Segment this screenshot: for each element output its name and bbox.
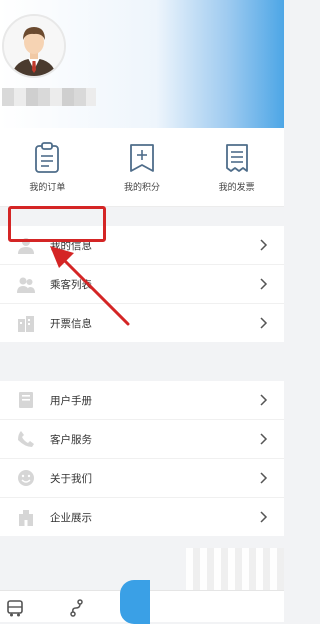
highlight-box bbox=[8, 206, 106, 242]
user-avatar-icon bbox=[4, 16, 64, 76]
center-tab-button[interactable] bbox=[120, 580, 150, 624]
quick-action-points[interactable]: 我的积分 bbox=[95, 128, 190, 206]
profile-header bbox=[0, 0, 284, 128]
chevron-right-icon bbox=[260, 278, 268, 290]
menu-item-label: 开票信息 bbox=[50, 317, 92, 330]
avatar[interactable] bbox=[2, 14, 66, 78]
quick-actions-bar: 我的订单 我的积分 我的发票 bbox=[0, 128, 284, 207]
invoice-receipt-icon bbox=[225, 144, 248, 172]
support-menu-group: 用户手册 客户服务 关于我们 企业展示 bbox=[0, 381, 284, 536]
quick-action-orders[interactable]: 我的订单 bbox=[0, 128, 95, 206]
menu-item-label: 企业展示 bbox=[50, 511, 92, 524]
building-icon bbox=[16, 313, 36, 333]
menu-item-invoice-info[interactable]: 开票信息 bbox=[0, 304, 284, 342]
quick-action-label: 我的订单 bbox=[29, 183, 66, 193]
quick-action-label: 我的积分 bbox=[124, 183, 161, 193]
book-icon bbox=[16, 390, 36, 410]
order-clipboard-icon bbox=[35, 142, 60, 173]
menu-item-label: 乘客列表 bbox=[50, 278, 92, 291]
phone-icon bbox=[16, 429, 36, 449]
menu-item-label: 客户服务 bbox=[50, 433, 92, 446]
chevron-right-icon bbox=[260, 433, 268, 445]
company-icon bbox=[16, 507, 36, 527]
points-bookmark-icon bbox=[130, 144, 154, 172]
chevron-right-icon bbox=[260, 317, 268, 329]
username-masked bbox=[2, 88, 96, 106]
profile-menu-group: 我的信息 乘客列表 开票信息 bbox=[0, 226, 284, 342]
passenger-icon bbox=[16, 274, 36, 294]
menu-item-customer-service[interactable]: 客户服务 bbox=[0, 420, 284, 459]
menu-item-about-us[interactable]: 关于我们 bbox=[0, 459, 284, 498]
chevron-right-icon bbox=[260, 394, 268, 406]
menu-item-label: 关于我们 bbox=[50, 472, 92, 485]
menu-item-user-manual[interactable]: 用户手册 bbox=[0, 381, 284, 420]
quick-action-invoices[interactable]: 我的发票 bbox=[189, 128, 284, 206]
bus-icon[interactable] bbox=[6, 599, 24, 621]
chevron-right-icon bbox=[260, 472, 268, 484]
menu-item-label: 用户手册 bbox=[50, 394, 92, 407]
quick-action-label: 我的发票 bbox=[218, 183, 255, 193]
menu-item-passengers[interactable]: 乘客列表 bbox=[0, 265, 284, 304]
menu-item-company-display[interactable]: 企业展示 bbox=[0, 498, 284, 536]
route-icon[interactable] bbox=[68, 599, 86, 621]
chevron-right-icon bbox=[260, 511, 268, 523]
smile-icon bbox=[16, 468, 36, 488]
chevron-right-icon bbox=[260, 239, 268, 251]
